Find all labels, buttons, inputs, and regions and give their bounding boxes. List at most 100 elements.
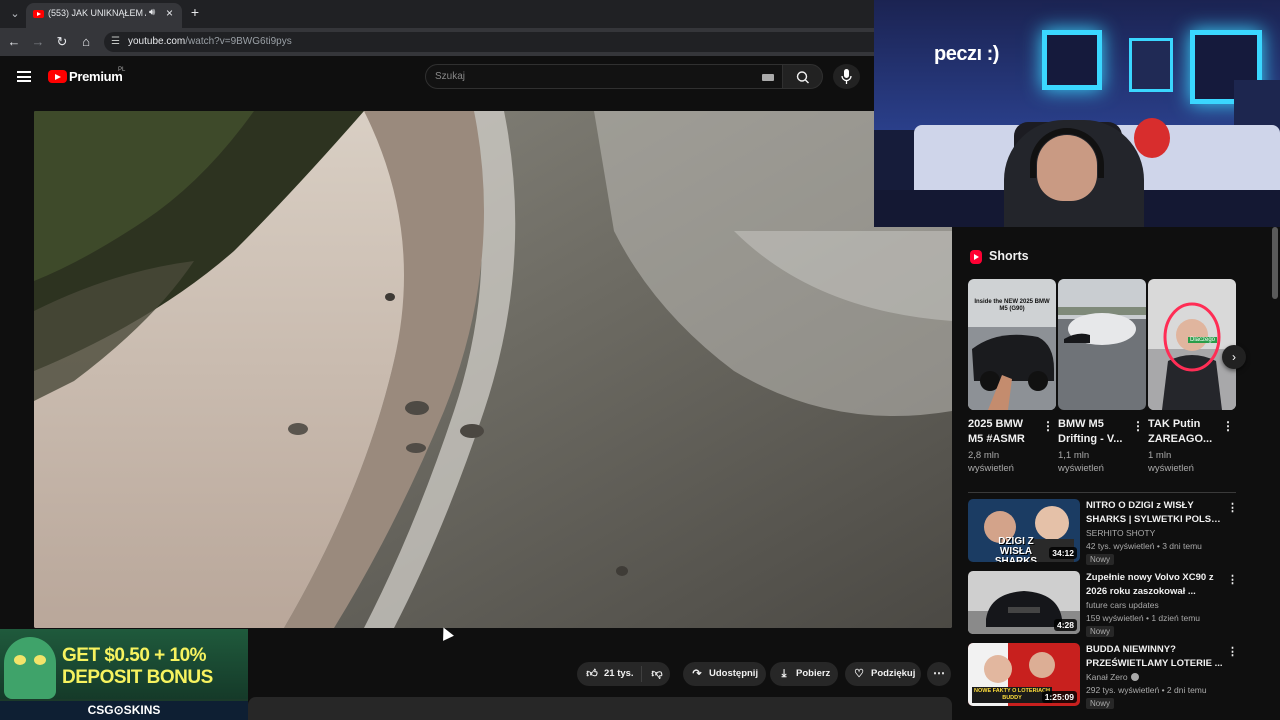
- video-menu-icon[interactable]: ⋮: [1227, 501, 1238, 514]
- ad-brand: CSG⊙SKINS: [0, 701, 248, 720]
- short-views: 2,8 mln wyświetleń: [968, 450, 1014, 474]
- short-thumb-text: Inside the NEW 2025 BMW M5 (G90): [974, 299, 1050, 312]
- mario-plush: [1134, 118, 1170, 158]
- short-menu-icon[interactable]: ⋮: [1042, 419, 1054, 433]
- like-dislike-group: 👍︎ 21 tys. 👎︎: [577, 662, 670, 686]
- country-code: PL: [118, 67, 126, 73]
- video-thumb-text: DZIGI Z WISŁA SHARKS: [994, 536, 1038, 563]
- short-card[interactable]: Dlaczego TAK Putin ZAREAGO... ⋮ 1 mln wyśw…: [1148, 279, 1236, 475]
- ad-headline-1: GET $0.50 + 10%: [62, 645, 207, 666]
- video-title[interactable]: BUDDA NIEWINNY? PRZEŚWIETLAMY LOTERIE ...: [1086, 643, 1224, 670]
- more-actions-icon[interactable]: ⋯: [927, 662, 951, 686]
- new-badge: Nowy: [1086, 698, 1115, 709]
- search-input[interactable]: Szukaj: [425, 64, 785, 89]
- new-tab-icon[interactable]: +: [188, 5, 202, 20]
- video-channel[interactable]: future cars updates: [1086, 600, 1159, 610]
- related-video-item[interactable]: 4:28 Zupełnie nowy Volvo XC90 z 2026 roku…: [968, 571, 1278, 637]
- thanks-button[interactable]: ♡ Podziękuj: [845, 662, 921, 686]
- browser-tab-active[interactable]: (553) JAK UNIKNĄŁEM ARE 🔊︎ ×: [26, 3, 182, 28]
- search-icon: [796, 71, 809, 84]
- youtube-logo-text[interactable]: Premium: [69, 69, 123, 84]
- short-thumb-image: [1148, 279, 1236, 410]
- back-arrow-icon[interactable]: ←: [6, 34, 22, 50]
- youtube-logo-icon[interactable]: [48, 70, 67, 83]
- like-count[interactable]: 21 tys.: [604, 668, 634, 679]
- video-thumbnail[interactable]: DZIGI Z WISŁA SHARKS 34:12: [968, 499, 1080, 562]
- sidebar-scrollbar[interactable]: [1272, 227, 1278, 299]
- short-thumbnail[interactable]: Inside the NEW 2025 BMW M5 (G90): [968, 279, 1056, 410]
- forward-arrow-icon[interactable]: →: [30, 34, 46, 50]
- keyboard-icon[interactable]: [762, 74, 774, 81]
- like-divider: [641, 666, 642, 682]
- home-icon[interactable]: ⌂: [78, 34, 94, 50]
- shorts-separator: [968, 492, 1236, 493]
- video-duration: 1:25:09: [1041, 691, 1077, 703]
- reload-icon[interactable]: ↻: [54, 34, 70, 50]
- video-thumbnail[interactable]: 4:28: [968, 571, 1080, 634]
- new-badge: Nowy: [1086, 626, 1115, 637]
- microphone-icon: [841, 69, 852, 84]
- shorts-next-chevron-icon[interactable]: ›: [1222, 345, 1246, 369]
- related-video-item[interactable]: DZIGI Z WISŁA SHARKS 34:12 NITRO O DZIGI…: [968, 499, 1278, 565]
- youtube-favicon-icon: [33, 10, 44, 18]
- search-button[interactable]: [782, 64, 823, 89]
- video-thumbnail[interactable]: NOWE FAKTY O LOTERIACH BUDDY 1:25:09: [968, 643, 1080, 706]
- webcam-overlay-text: peczı :): [934, 43, 999, 65]
- dislike-icon[interactable]: 👎︎: [650, 667, 664, 681]
- tab-search-chevron-icon[interactable]: ⌄: [8, 7, 22, 21]
- csgo-skins-ad-banner[interactable]: GET $0.50 + 10% DEPOSIT BONUS CSG⊙SKINS: [0, 629, 248, 720]
- neon-hex-panel-left: [1042, 30, 1102, 90]
- video-menu-icon[interactable]: ⋮: [1227, 573, 1238, 586]
- video-menu-icon[interactable]: ⋮: [1227, 645, 1238, 658]
- download-icon: ⤓: [781, 668, 787, 680]
- thanks-heart-icon: ♡: [854, 668, 864, 680]
- short-menu-icon[interactable]: ⋮: [1222, 419, 1234, 433]
- download-button[interactable]: ⤓ Pobierz: [770, 662, 838, 686]
- address-bar[interactable]: ☰ youtube.com/watch?v=9BWG6ti9pys: [104, 32, 884, 52]
- speaker-icon[interactable]: 🔊︎: [149, 7, 155, 18]
- short-views: 1 mln wyświetleń: [1148, 450, 1194, 474]
- site-info-icon[interactable]: ☰: [111, 36, 120, 47]
- video-channel[interactable]: SERHITO SHOTY: [1086, 528, 1155, 538]
- short-thumb-image: [1058, 279, 1146, 410]
- like-icon[interactable]: 👍︎: [585, 667, 599, 681]
- thanks-label: Podziękuj: [871, 668, 916, 679]
- video-meta: 42 tys. wyświetleń • 3 dni temu: [1086, 541, 1202, 551]
- short-title[interactable]: BMW M5 Drifting - V...: [1058, 417, 1130, 447]
- description-box[interactable]: [248, 697, 952, 720]
- tab-close-icon[interactable]: ×: [166, 6, 173, 20]
- short-card[interactable]: BMW M5 Drifting - V... ⋮ 1,1 mln wyświetle…: [1058, 279, 1146, 475]
- video-player[interactable]: [34, 111, 952, 628]
- video-frame-beach: [34, 111, 952, 628]
- short-title[interactable]: TAK Putin ZAREAGO...: [1148, 417, 1220, 447]
- short-thumbnail[interactable]: [1058, 279, 1146, 410]
- tab-title: (553) JAK UNIKNĄŁEM ARE: [48, 8, 146, 18]
- video-meta: 292 tys. wyświetleń • 2 dni temu: [1086, 685, 1207, 695]
- share-button[interactable]: ↷ Udostępnij: [683, 662, 766, 686]
- new-badge: Nowy: [1086, 554, 1115, 565]
- ad-headline-2: DEPOSIT BONUS: [62, 667, 213, 688]
- video-meta: 159 wyświetleń • 1 dzień temu: [1086, 613, 1201, 623]
- shorts-logo-icon: [970, 250, 982, 264]
- video-duration: 4:28: [1053, 619, 1077, 631]
- short-thumbnail[interactable]: Dlaczego: [1148, 279, 1236, 410]
- short-title[interactable]: 2025 BMW M5 #ASMR: [968, 417, 1040, 447]
- voice-search-button[interactable]: [833, 64, 860, 89]
- short-menu-icon[interactable]: ⋮: [1132, 419, 1144, 433]
- screen: ⌄ (553) JAK UNIKNĄŁEM ARE 🔊︎ × + ← → ↻ ⌂…: [0, 0, 1280, 720]
- download-label: Pobierz: [796, 668, 831, 679]
- video-channel[interactable]: Kanał Zero: [1086, 672, 1139, 682]
- video-title[interactable]: Zupełnie nowy Volvo XC90 z 2026 roku zasz…: [1086, 571, 1224, 598]
- short-thumb-text: Dlaczego: [1188, 337, 1218, 343]
- video-thumb-text: NOWE FAKTY O LOTERIACH BUDDY: [974, 688, 1050, 701]
- video-title[interactable]: NITRO O DZIGI z WISŁY SHARKS | SYLWETKI P…: [1086, 499, 1224, 526]
- video-duration: 34:12: [1049, 547, 1077, 559]
- ad-mascot-image: [4, 637, 56, 699]
- share-icon: ↷: [692, 668, 702, 680]
- related-video-item[interactable]: NOWE FAKTY O LOTERIACH BUDDY 1:25:09 BUD…: [968, 643, 1278, 709]
- webcam-overlay: peczı :): [874, 0, 1280, 227]
- guide-menu-icon[interactable]: [17, 71, 31, 82]
- short-card[interactable]: Inside the NEW 2025 BMW M5 (G90) 2025 BM…: [968, 279, 1056, 475]
- share-label: Udostępnij: [709, 668, 759, 679]
- url-text: youtube.com/watch?v=9BWG6ti9pys: [128, 36, 292, 47]
